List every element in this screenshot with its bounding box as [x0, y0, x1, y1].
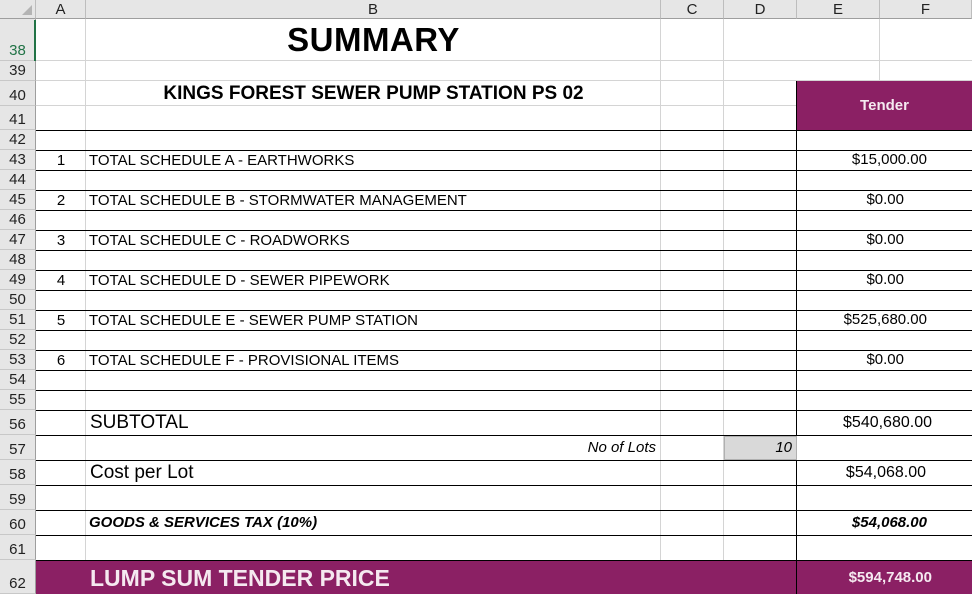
schedule-number: 2: [56, 192, 66, 209]
lump-sum-label: LUMP SUM TENDER PRICE: [90, 565, 390, 591]
row-header-61[interactable]: 61: [0, 535, 36, 560]
schedule-label: TOTAL SCHEDULE A - EARTHWORKS: [89, 152, 355, 169]
row-header-55[interactable]: 55: [0, 390, 36, 410]
schedule-amount: $0.00: [866, 271, 904, 288]
row-header-45[interactable]: 45: [0, 190, 36, 210]
border-line: [36, 390, 972, 391]
column-header-d[interactable]: D: [724, 0, 797, 19]
gst-label: GOODS & SERVICES TAX (10%): [89, 514, 318, 531]
lots-value[interactable]: 10: [724, 437, 792, 459]
border-line: [36, 435, 972, 436]
border-line: [36, 485, 972, 486]
row-header-46[interactable]: 46: [0, 210, 36, 230]
border-line: [36, 210, 972, 211]
subtotal-label: SUBTOTAL: [90, 412, 189, 433]
schedule-amount: $0.00: [866, 231, 904, 248]
column-header-e[interactable]: E: [797, 0, 880, 19]
row-header-60[interactable]: 60: [0, 510, 36, 535]
schedule-number: 5: [56, 312, 66, 329]
column-header-c[interactable]: C: [661, 0, 724, 19]
schedule-number: 6: [56, 352, 66, 369]
row-header-58[interactable]: 58: [0, 460, 36, 485]
row-header-54[interactable]: 54: [0, 370, 36, 390]
border-line: [36, 250, 972, 251]
border-line: [36, 290, 972, 291]
row-header-52[interactable]: 52: [0, 330, 36, 350]
lump-sum-amount: $594,748.00: [848, 569, 932, 586]
lots-label: No of Lots: [587, 439, 656, 456]
row-header-44[interactable]: 44: [0, 170, 36, 190]
schedule-label: TOTAL SCHEDULE D - SEWER PIPEWORK: [89, 272, 390, 289]
border-line: [36, 370, 972, 371]
column-header-b[interactable]: B: [86, 0, 661, 19]
schedule-amount: $15,000.00: [851, 151, 927, 168]
cost-per-lot-label: Cost per Lot: [90, 462, 194, 483]
row-header-40[interactable]: 40: [0, 81, 36, 106]
row-header-56[interactable]: 56: [0, 410, 36, 435]
schedule-label: TOTAL SCHEDULE F - PROVISIONAL ITEMS: [89, 352, 400, 369]
gridline: [879, 19, 880, 81]
border-line: [36, 130, 972, 131]
project-title: KINGS FOREST SEWER PUMP STATION PS 02: [163, 83, 584, 104]
select-all-corner[interactable]: [0, 0, 36, 19]
schedule-amount: $0.00: [866, 351, 904, 368]
row-header-42[interactable]: 42: [0, 130, 36, 150]
gridline: [36, 60, 972, 61]
border-line: [36, 330, 972, 331]
gridline: [36, 105, 796, 106]
row-selection-indicator: [34, 20, 36, 61]
tender-header-label: Tender: [860, 97, 909, 114]
schedule-amount: $525,680.00: [843, 311, 927, 328]
subtotal-amount: $540,680.00: [843, 414, 932, 431]
row-header-59[interactable]: 59: [0, 485, 36, 510]
border-line: [36, 460, 972, 461]
row-header-38[interactable]: 38: [0, 19, 36, 61]
cost-per-lot-amount: $54,068.00: [845, 464, 926, 481]
row-header-47[interactable]: 47: [0, 230, 36, 250]
schedule-label: TOTAL SCHEDULE B - STORMWATER MANAGEMENT: [89, 192, 467, 209]
row-header-57[interactable]: 57: [0, 435, 36, 460]
row-header-62[interactable]: 62: [0, 560, 36, 594]
border-line: [36, 410, 972, 411]
schedule-label: TOTAL SCHEDULE C - ROADWORKS: [89, 232, 350, 249]
schedule-amount: $0.00: [866, 191, 904, 208]
schedule-number: 3: [56, 232, 66, 249]
column-header-a[interactable]: A: [36, 0, 86, 19]
row-header-39[interactable]: 39: [0, 61, 36, 81]
row-header-51[interactable]: 51: [0, 310, 36, 330]
border-line: [36, 170, 972, 171]
row-header-48[interactable]: 48: [0, 250, 36, 270]
border-line: [36, 510, 972, 511]
schedule-number: 1: [56, 152, 66, 169]
row-header-49[interactable]: 49: [0, 270, 36, 290]
row-header-41[interactable]: 41: [0, 106, 36, 130]
page-title: SUMMARY: [287, 21, 460, 58]
spreadsheet[interactable]: A B C D E F 38 39 40 41 42 43 44 45 46 4…: [0, 0, 972, 594]
row-header-50[interactable]: 50: [0, 290, 36, 310]
row-header-53[interactable]: 53: [0, 350, 36, 370]
gst-amount: $54,068.00: [851, 514, 927, 531]
schedule-label: TOTAL SCHEDULE E - SEWER PUMP STATION: [89, 312, 418, 329]
schedule-number: 4: [56, 272, 66, 289]
column-header-f[interactable]: F: [880, 0, 972, 19]
border-line: [36, 535, 972, 536]
row-header-43[interactable]: 43: [0, 150, 36, 170]
select-all-icon: [22, 5, 32, 15]
